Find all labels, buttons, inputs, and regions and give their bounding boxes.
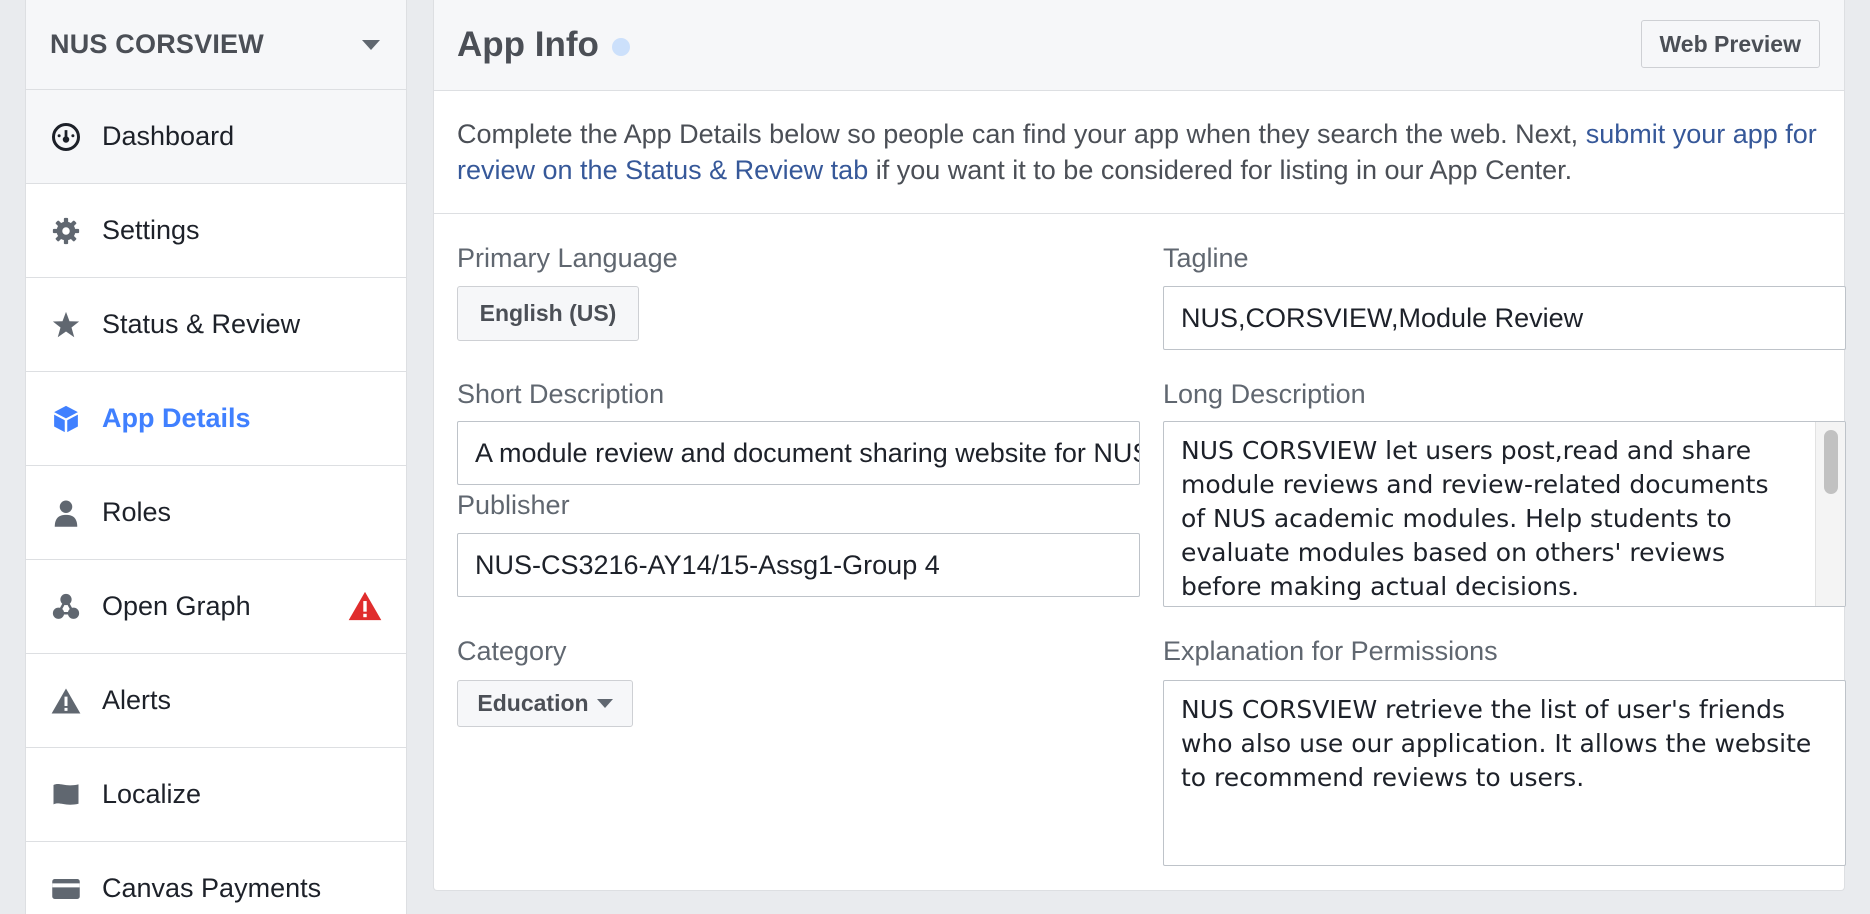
permissions-explanation-label: Explanation for Permissions xyxy=(1163,636,1498,666)
category-dropdown[interactable]: Education xyxy=(457,680,633,727)
sidebar-item-alerts[interactable]: Alerts xyxy=(26,654,406,748)
sidebar-item-roles[interactable]: Roles xyxy=(26,466,406,560)
scrollbar[interactable] xyxy=(1815,422,1845,606)
scrollbar-thumb[interactable] xyxy=(1824,430,1838,494)
short-description-label: Short Description xyxy=(457,379,665,409)
sidebar: NUS CORSVIEW Dashboard Settings Status &… xyxy=(25,0,407,914)
person-icon xyxy=(50,497,82,529)
permissions-explanation-text: NUS CORSVIEW retrieve the list of user's… xyxy=(1181,695,1812,792)
sidebar-item-label: Canvas Payments xyxy=(102,873,322,903)
app-name: NUS CORSVIEW xyxy=(50,29,264,59)
warning-icon xyxy=(348,591,382,621)
panel-header: App Info Web Preview xyxy=(434,0,1844,91)
sidebar-item-label: Dashboard xyxy=(102,121,235,151)
sidebar-item-label: Alerts xyxy=(102,685,172,715)
app-switcher[interactable]: NUS CORSVIEW xyxy=(26,0,406,90)
sidebar-item-status-review[interactable]: Status & Review xyxy=(26,278,406,372)
chevron-down-icon xyxy=(362,39,380,50)
graph-nodes-icon xyxy=(50,591,82,623)
sidebar-item-label: Settings xyxy=(102,215,200,245)
alert-triangle-icon xyxy=(50,685,82,717)
intro-text-before: Complete the App Details below so people… xyxy=(457,119,1586,149)
info-dot-icon[interactable] xyxy=(611,38,630,56)
star-icon xyxy=(50,309,82,341)
tagline-label: Tagline xyxy=(1163,243,1249,273)
sidebar-item-label: App Details xyxy=(102,403,251,433)
primary-language-label: Primary Language xyxy=(457,243,678,273)
primary-language-button[interactable]: English (US) xyxy=(457,286,639,341)
cube-icon xyxy=(50,403,82,435)
sidebar-item-settings[interactable]: Settings xyxy=(26,184,406,278)
permissions-explanation-textarea[interactable]: NUS CORSVIEW retrieve the list of user's… xyxy=(1163,680,1846,866)
publisher-input[interactable]: NUS-CS3216-AY14/15-Assg1-Group 4 xyxy=(457,533,1140,597)
app-info-panel: App Info Web Preview Complete the App De… xyxy=(433,0,1846,891)
tagline-input[interactable]: NUS,CORSVIEW,Module Review xyxy=(1163,286,1846,350)
sidebar-item-label: Roles xyxy=(102,497,172,527)
short-description-input[interactable]: A module review and document sharing web… xyxy=(457,421,1140,485)
publisher-label: Publisher xyxy=(457,490,570,520)
long-description-textarea[interactable]: NUS CORSVIEW let users post,read and sha… xyxy=(1163,421,1846,607)
chevron-down-icon xyxy=(596,699,613,708)
sidebar-item-app-details[interactable]: App Details xyxy=(26,372,406,466)
gear-icon xyxy=(50,215,82,247)
credit-card-icon xyxy=(50,873,82,905)
category-value: Education xyxy=(477,690,589,716)
sidebar-item-label: Status & Review xyxy=(102,309,301,339)
sidebar-item-dashboard[interactable]: Dashboard xyxy=(26,90,406,184)
long-description-label: Long Description xyxy=(1163,379,1366,409)
dashboard-icon xyxy=(50,121,82,153)
intro-text-after: if you want it to be considered for list… xyxy=(868,155,1573,185)
sidebar-item-localize[interactable]: Localize xyxy=(26,748,406,842)
long-description-text: NUS CORSVIEW let users post,read and sha… xyxy=(1181,436,1769,601)
sidebar-item-label: Open Graph xyxy=(102,591,251,621)
sidebar-item-open-graph[interactable]: Open Graph xyxy=(26,560,406,654)
intro-text: Complete the App Details below so people… xyxy=(434,91,1844,214)
sidebar-item-label: Localize xyxy=(102,779,202,809)
page-title: App Info xyxy=(457,25,599,64)
web-preview-button[interactable]: Web Preview xyxy=(1640,20,1820,68)
sidebar-item-canvas-payments[interactable]: Canvas Payments xyxy=(26,842,406,914)
flag-icon xyxy=(50,779,82,811)
category-label: Category xyxy=(457,636,567,666)
